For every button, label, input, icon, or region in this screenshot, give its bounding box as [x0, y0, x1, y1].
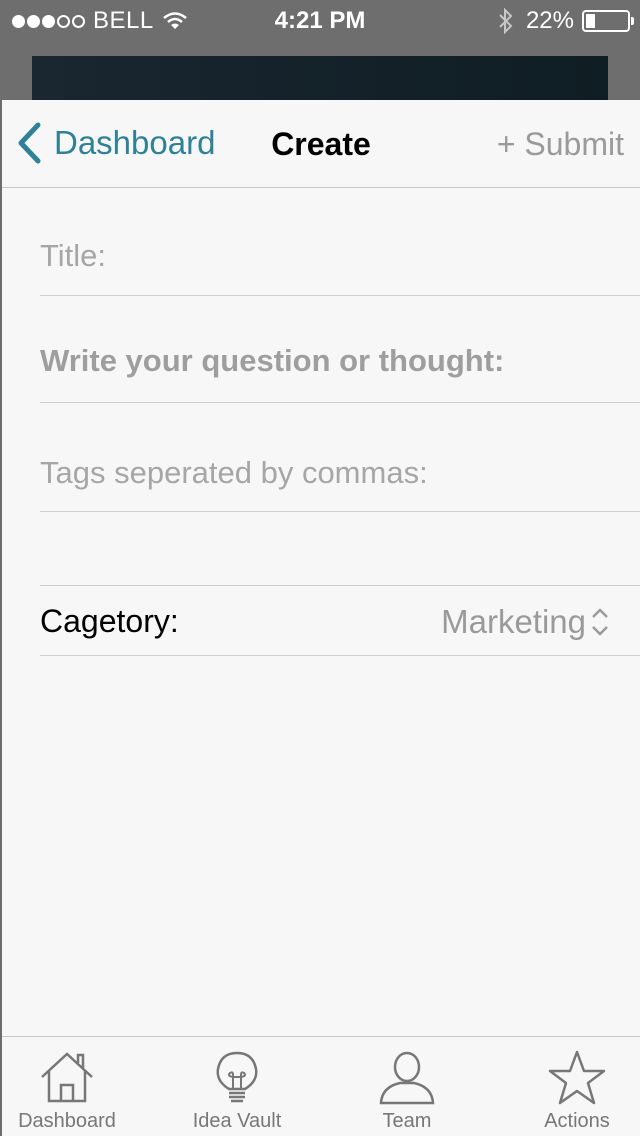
navigation-bar: Dashboard Create + Submit: [2, 100, 640, 188]
create-sheet: Dashboard Create + Submit Cagetory: Mark…: [2, 100, 640, 1136]
tab-actions[interactable]: Actions: [514, 1037, 640, 1136]
category-value: Marketing: [441, 603, 586, 640]
tags-input[interactable]: [40, 455, 640, 491]
tab-team[interactable]: Team: [342, 1037, 472, 1136]
battery-icon: [582, 10, 634, 32]
back-button[interactable]: Dashboard: [16, 122, 215, 164]
tab-idea-vault[interactable]: Idea Vault: [172, 1037, 302, 1136]
title-field: [40, 190, 640, 296]
category-picker[interactable]: Cagetory: Marketing: [40, 585, 640, 656]
question-input[interactable]: [40, 343, 640, 379]
page-title: Create: [271, 126, 371, 162]
chevron-left-icon: [18, 122, 41, 164]
tab-idea-vault-label: Idea Vault: [192, 1110, 282, 1132]
chevron-up-down-icon: [592, 608, 608, 636]
tab-dashboard-label: Dashboard: [18, 1110, 116, 1132]
tags-field: [40, 403, 640, 512]
star-icon: [548, 1050, 606, 1105]
bluetooth-icon: [499, 8, 513, 34]
house-icon: [41, 1052, 93, 1103]
status-bar: BELL 4:21 PM 22%: [0, 0, 640, 40]
tab-actions-label: Actions: [544, 1110, 610, 1132]
person-icon: [379, 1051, 435, 1105]
battery-percent: 22%: [525, 7, 574, 34]
battery-fill: [586, 14, 595, 28]
question-field: [40, 296, 640, 403]
tab-team-label: Team: [382, 1110, 432, 1132]
submit-button[interactable]: + Submit: [497, 126, 624, 163]
tab-dashboard[interactable]: Dashboard: [2, 1037, 132, 1136]
category-label: Cagetory:: [40, 603, 179, 639]
tab-bar: Dashboard Idea Vault Team Actions: [2, 1036, 640, 1136]
back-button-label: Dashboard: [54, 124, 216, 161]
title-input[interactable]: [40, 238, 640, 274]
screen: BELL 4:21 PM 22% Dashboard Create + Subm…: [0, 0, 640, 1136]
status-right: 22%: [498, 7, 634, 35]
lightbulb-icon: [216, 1051, 258, 1103]
